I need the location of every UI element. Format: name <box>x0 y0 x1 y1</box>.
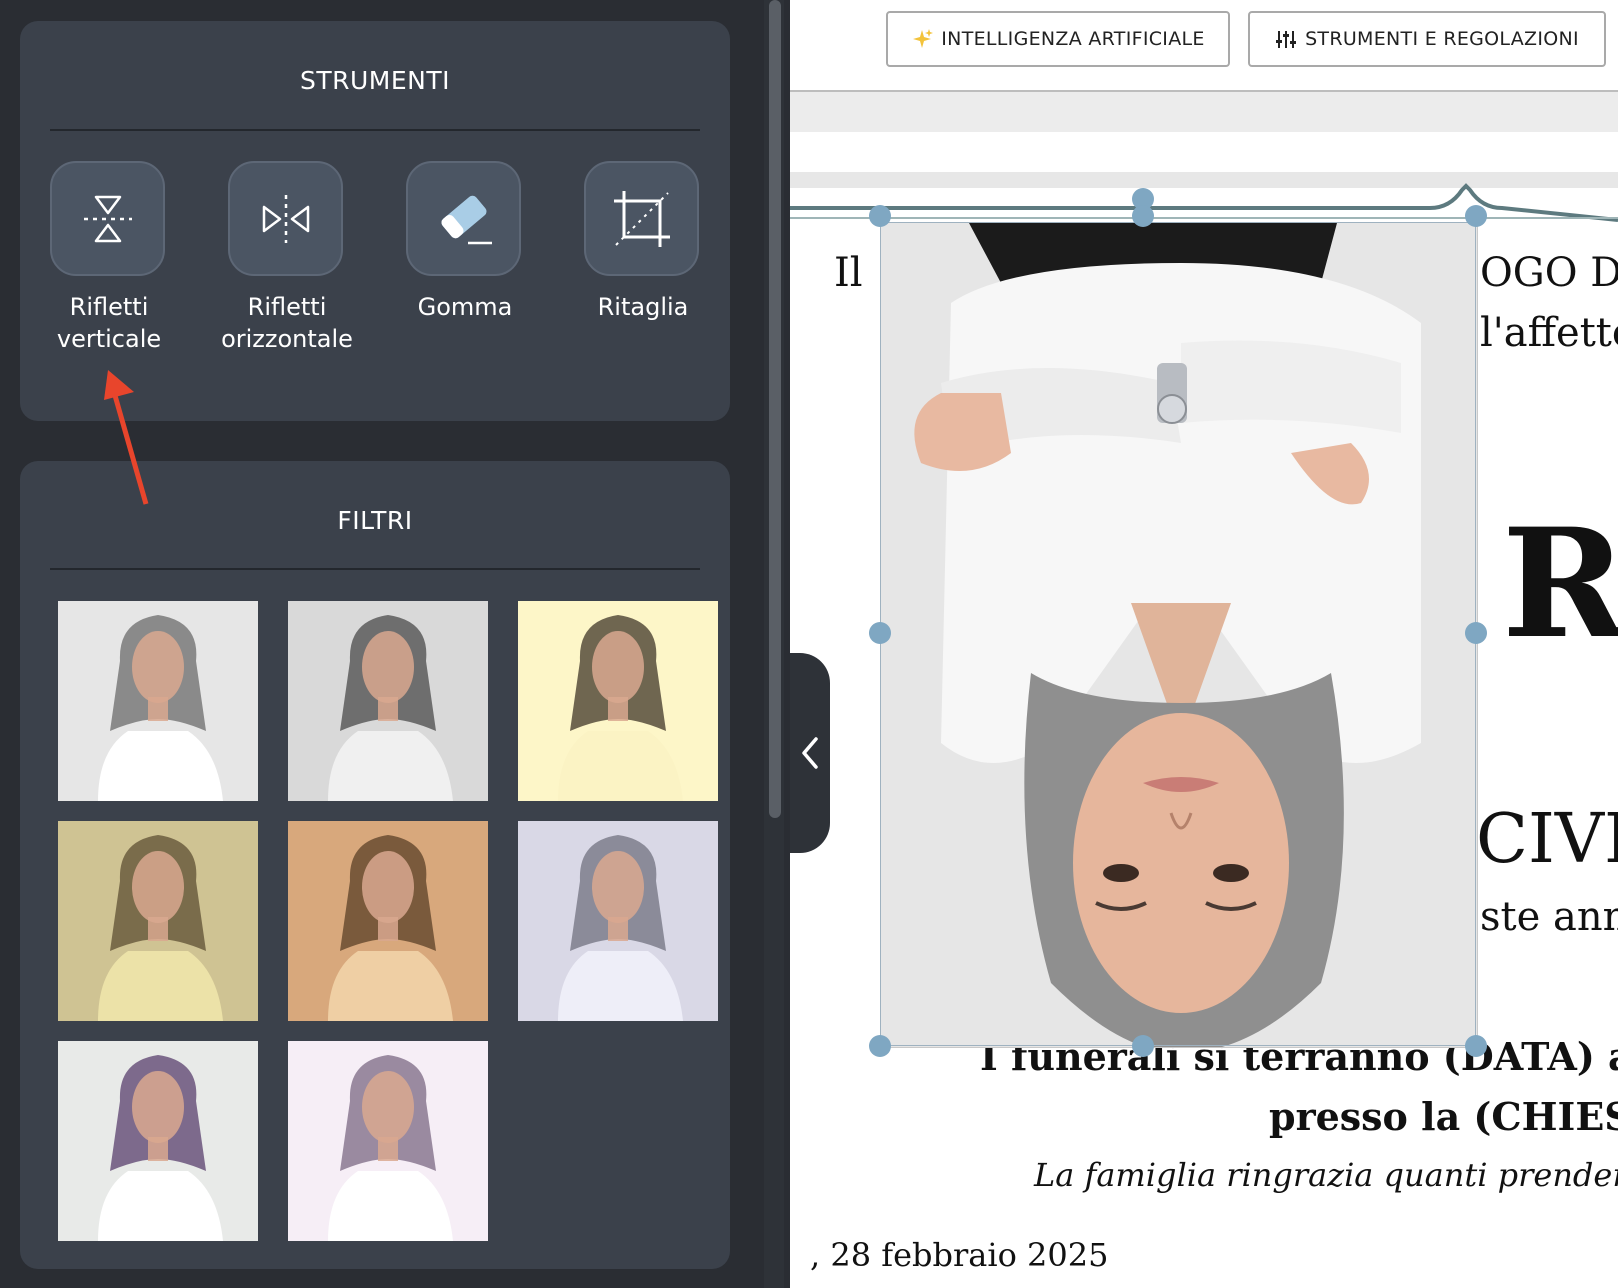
portrait-thumbnail <box>58 601 258 801</box>
doc-annu: ste annu <box>1480 894 1618 940</box>
document-canvas: INTELLIGENZA ARTIFICIALE STRUMENTI E REG… <box>790 0 1618 1288</box>
flipped-portrait <box>881 223 1477 1047</box>
resize-handle-top-left[interactable] <box>869 205 891 227</box>
doc-line2-right: l'affetto <box>1480 310 1618 356</box>
eraser-icon <box>440 195 492 244</box>
filters-divider <box>50 568 700 570</box>
annotation-arrow-icon <box>104 370 149 505</box>
doc-thanks-line: La famiglia ringrazia quanti prenderann <box>1034 1156 1618 1194</box>
resize-handle-top[interactable] <box>1132 205 1154 227</box>
doc-church-line: presso la (CHIESA <box>1269 1094 1618 1139</box>
flip-vertical-button[interactable] <box>50 161 165 276</box>
left-panel: STRUMENTI Rifletti verticale Rifletti or… <box>0 0 790 1288</box>
filter-thumbnail-grayscale[interactable] <box>288 601 488 801</box>
portrait-thumbnail <box>58 821 258 1021</box>
filter-thumbnail-original[interactable] <box>58 601 258 801</box>
filter-thumbnail-sepia-light[interactable] <box>518 601 718 801</box>
sliders-icon <box>1276 31 1297 48</box>
filter-thumbnail-olive[interactable] <box>58 821 258 1021</box>
flip-horizontal-icon <box>262 194 309 243</box>
decorative-border <box>790 172 1618 222</box>
page-gap <box>790 92 1618 132</box>
tools-adjust-button[interactable]: STRUMENTI E REGOLAZIONI <box>1248 11 1606 67</box>
tools-divider <box>50 129 700 131</box>
tool-label: Ritaglia <box>597 293 689 321</box>
doc-date: , 28 febbraio 2025 <box>810 1236 1109 1274</box>
portrait-thumbnail <box>518 821 718 1021</box>
resize-handle-bottom-left[interactable] <box>869 1035 891 1057</box>
portrait-thumbnail <box>288 601 488 801</box>
doc-line1-left: Il <box>834 250 863 296</box>
doc-line1-right: OGO DI <box>1480 250 1618 296</box>
portrait-thumbnail <box>518 601 718 801</box>
selected-photo[interactable] <box>880 222 1478 1048</box>
flip-vertical-icon <box>83 195 132 242</box>
tools-card: STRUMENTI Rifletti verticale Rifletti or… <box>20 21 730 421</box>
collapse-panel-button[interactable] <box>790 653 830 853</box>
resize-handle-bottom-right[interactable] <box>1465 1035 1487 1057</box>
doc-civil: CIVIL <box>1476 800 1618 879</box>
eraser-button[interactable] <box>406 161 521 276</box>
crop-button[interactable] <box>584 161 699 276</box>
tools-title: STRUMENTI <box>299 66 451 95</box>
tool-label: Rifletti verticale <box>56 293 162 353</box>
crop-icon <box>613 190 670 247</box>
resize-handle-left[interactable] <box>869 622 891 644</box>
filters-card: FILTRI <box>20 461 730 1269</box>
sparkle-icon <box>913 29 934 48</box>
tool-label: Gomma <box>417 293 513 321</box>
filters-title: FILTRI <box>337 506 413 535</box>
doc-big-letter: R <box>1502 496 1618 672</box>
portrait-thumbnail <box>288 821 488 1021</box>
ai-button[interactable]: INTELLIGENZA ARTIFICIALE <box>886 11 1230 67</box>
resize-handle-top-right[interactable] <box>1465 205 1487 227</box>
portrait-thumbnail <box>58 1041 258 1241</box>
scrollbar-thumb[interactable] <box>769 0 781 818</box>
tool-label: Rifletti orizzontale <box>221 293 353 353</box>
filter-thumbnail-bright[interactable] <box>288 1041 488 1241</box>
flip-horizontal-button[interactable] <box>228 161 343 276</box>
filter-thumbnail-vivid[interactable] <box>58 1041 258 1241</box>
resize-handle-right[interactable] <box>1465 622 1487 644</box>
portrait-thumbnail <box>288 1041 488 1241</box>
filter-thumbnail-warm[interactable] <box>288 821 488 1021</box>
resize-handle-bottom[interactable] <box>1132 1035 1154 1057</box>
chevron-left-icon <box>802 737 818 769</box>
filter-thumbnail-cool[interactable] <box>518 821 718 1021</box>
